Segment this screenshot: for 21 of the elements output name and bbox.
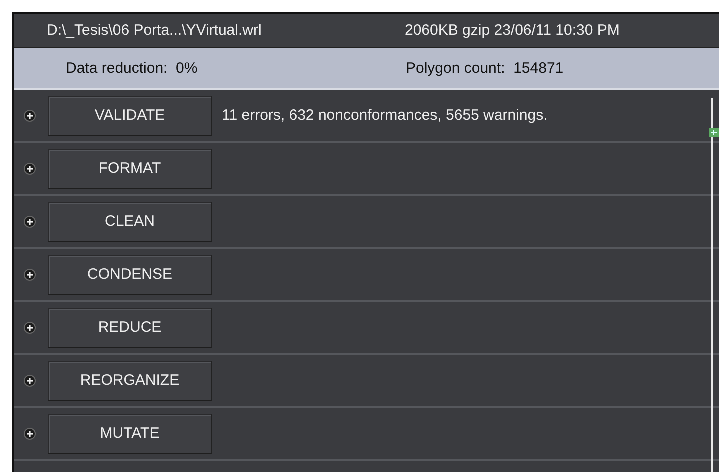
file-info: 2060KB gzip 23/06/11 10:30 PM	[405, 22, 620, 39]
action-button[interactable]: REORGANIZE	[48, 360, 212, 400]
plus-icon[interactable]	[24, 428, 36, 440]
scroll-bar[interactable]	[711, 98, 713, 472]
plus-icon[interactable]	[24, 110, 36, 122]
plus-icon[interactable]	[24, 374, 36, 386]
result-text: 11 errors, 632 nonconformances, 5655 warnings.	[222, 107, 548, 124]
action-button[interactable]: MUTATE	[48, 414, 212, 454]
action-button[interactable]: FORMAT	[48, 148, 212, 188]
polygon-count: Polygon count: 154871	[406, 60, 564, 76]
data-reduction: Data reduction: 0%	[66, 60, 199, 76]
action-button[interactable]: REDUCE	[48, 308, 212, 348]
tag-icon	[709, 128, 719, 137]
action-button[interactable]: CLEAN	[48, 202, 212, 242]
action-button[interactable]: CONDENSE	[48, 254, 212, 294]
plus-icon[interactable]	[24, 268, 36, 280]
plus-icon[interactable]	[24, 162, 36, 174]
plus-icon[interactable]	[24, 216, 36, 228]
action-button[interactable]: VALIDATE	[48, 96, 212, 136]
plus-icon[interactable]	[24, 322, 36, 334]
file-path: D:\_Tesis\06 Porta...\YVirtual.wrl	[47, 22, 263, 39]
